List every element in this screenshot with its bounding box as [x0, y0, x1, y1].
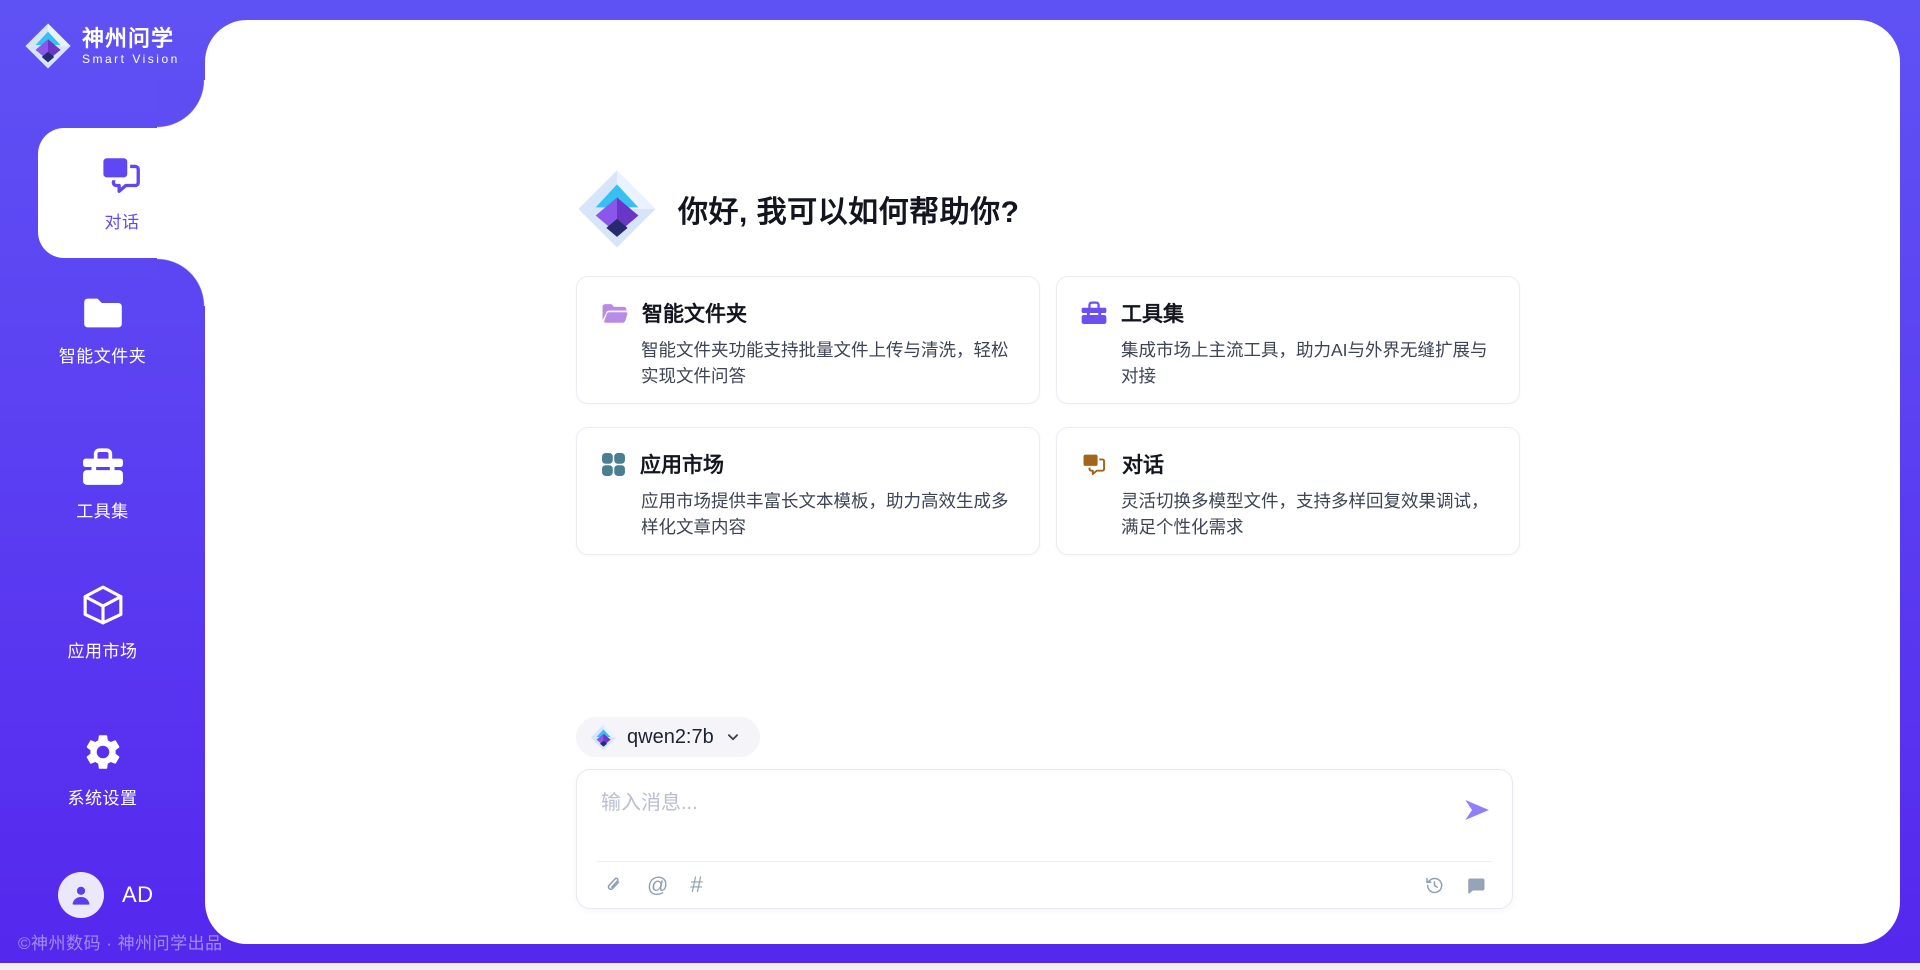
brand-subtitle: Smart Vision: [82, 52, 180, 66]
sidebar-item-toolset[interactable]: 工具集: [0, 448, 205, 526]
horizontal-scrollbar[interactable]: [0, 963, 1920, 970]
sidebar-item-chat[interactable]: 对话: [38, 128, 206, 258]
sidebar-item-smart-folder[interactable]: 智能文件夹: [0, 295, 205, 373]
card-toolset[interactable]: 工具集 集成市场上主流工具，助力AI与外界无缝扩展与对接: [1056, 276, 1520, 404]
person-icon: [67, 881, 95, 909]
gem-diamond-icon: [24, 22, 72, 70]
cube-icon: [82, 584, 124, 626]
user-account[interactable]: AD: [58, 872, 154, 918]
send-plane-icon: [1463, 796, 1491, 824]
card-title: 应用市场: [640, 449, 724, 479]
card-description: 集成市场上主流工具，助力AI与外界无缝扩展与对接: [1081, 337, 1495, 390]
content-column: 你好, 我可以如何帮助你? 智能文件夹 智能文件夹功能支持批量文件上传与清洗，轻…: [576, 20, 1520, 944]
message-input[interactable]: [601, 786, 1441, 856]
card-description: 应用市场提供丰富长文本模板，助力高效生成多样化文章内容: [601, 488, 1015, 541]
app-grid-icon: [601, 452, 626, 477]
toolbox-icon: [1081, 301, 1107, 325]
mention-button[interactable]: @: [641, 873, 674, 898]
brand-name: 神州问学: [82, 26, 180, 51]
chat-square-icon: [1465, 875, 1486, 896]
card-description: 智能文件夹功能支持批量文件上传与清洗，轻松实现文件问答: [601, 337, 1015, 390]
model-name: qwen2:7b: [627, 726, 714, 749]
hash-icon: #: [690, 874, 701, 896]
card-smart-folder[interactable]: 智能文件夹 智能文件夹功能支持批量文件上传与清洗，轻松实现文件问答: [576, 276, 1040, 404]
feature-cards: 智能文件夹 智能文件夹功能支持批量文件上传与清洗，轻松实现文件问答 工具集 集成…: [576, 276, 1520, 555]
toolbox-icon: [82, 448, 124, 486]
history-icon: [1424, 875, 1445, 896]
at-icon: @: [647, 875, 668, 896]
model-selector[interactable]: qwen2:7b: [576, 717, 760, 757]
brand-logo: 神州问学 Smart Vision: [24, 22, 180, 70]
card-chat[interactable]: 对话 灵活切换多模型文件，支持多样回复效果调试，满足个性化需求: [1056, 427, 1520, 555]
gem-diamond-icon: [590, 724, 617, 751]
message-composer: @ #: [576, 769, 1513, 909]
history-button[interactable]: [1418, 873, 1451, 898]
card-title: 工具集: [1121, 298, 1184, 328]
card-description: 灵活切换多模型文件，支持多样回复效果调试，满足个性化需求: [1081, 488, 1495, 541]
gem-diamond-icon: [576, 168, 658, 250]
sidebar-item-label: 智能文件夹: [59, 342, 147, 367]
folder-open-icon: [601, 302, 628, 325]
welcome-header: 你好, 我可以如何帮助你?: [576, 168, 1020, 250]
hashtag-button[interactable]: #: [684, 872, 707, 898]
app-window: 神州问学 Smart Vision 对话 智能文件夹 工具集 应用市场 系统设置: [0, 0, 1920, 970]
attach-file-button[interactable]: [597, 872, 631, 898]
card-app-market[interactable]: 应用市场 应用市场提供丰富长文本模板，助力高效生成多样化文章内容: [576, 427, 1040, 555]
gear-icon: [82, 731, 124, 773]
sidebar-item-app-market[interactable]: 应用市场: [0, 584, 205, 662]
sidebar-item-label: 应用市场: [68, 637, 138, 662]
avatar: [58, 872, 104, 918]
main-panel: 你好, 我可以如何帮助你? 智能文件夹 智能文件夹功能支持批量文件上传与清洗，轻…: [205, 20, 1900, 944]
chevron-down-icon: [724, 728, 742, 746]
conversations-button[interactable]: [1459, 873, 1492, 898]
chat-bubbles-icon: [1081, 452, 1108, 477]
tab-curve-top: [157, 80, 205, 128]
card-title: 智能文件夹: [642, 298, 747, 328]
sidebar-item-settings[interactable]: 系统设置: [0, 731, 205, 809]
card-title: 对话: [1122, 449, 1164, 479]
sidebar-item-label: 系统设置: [68, 784, 138, 809]
sidebar: 神州问学 Smart Vision 对话 智能文件夹 工具集 应用市场 系统设置: [0, 0, 205, 970]
chat-bubbles-icon: [99, 154, 145, 196]
send-button[interactable]: [1462, 796, 1492, 826]
user-initials: AD: [122, 882, 154, 908]
folder-icon: [82, 295, 124, 331]
sidebar-item-label: 对话: [105, 208, 140, 233]
sidebar-item-label: 工具集: [76, 497, 129, 522]
page-title: 你好, 我可以如何帮助你?: [678, 187, 1020, 231]
paperclip-icon: [603, 874, 625, 896]
copyright-footer: ©神州数码 · 神州问学出品: [18, 929, 223, 954]
composer-toolbar: @ #: [597, 861, 1492, 908]
